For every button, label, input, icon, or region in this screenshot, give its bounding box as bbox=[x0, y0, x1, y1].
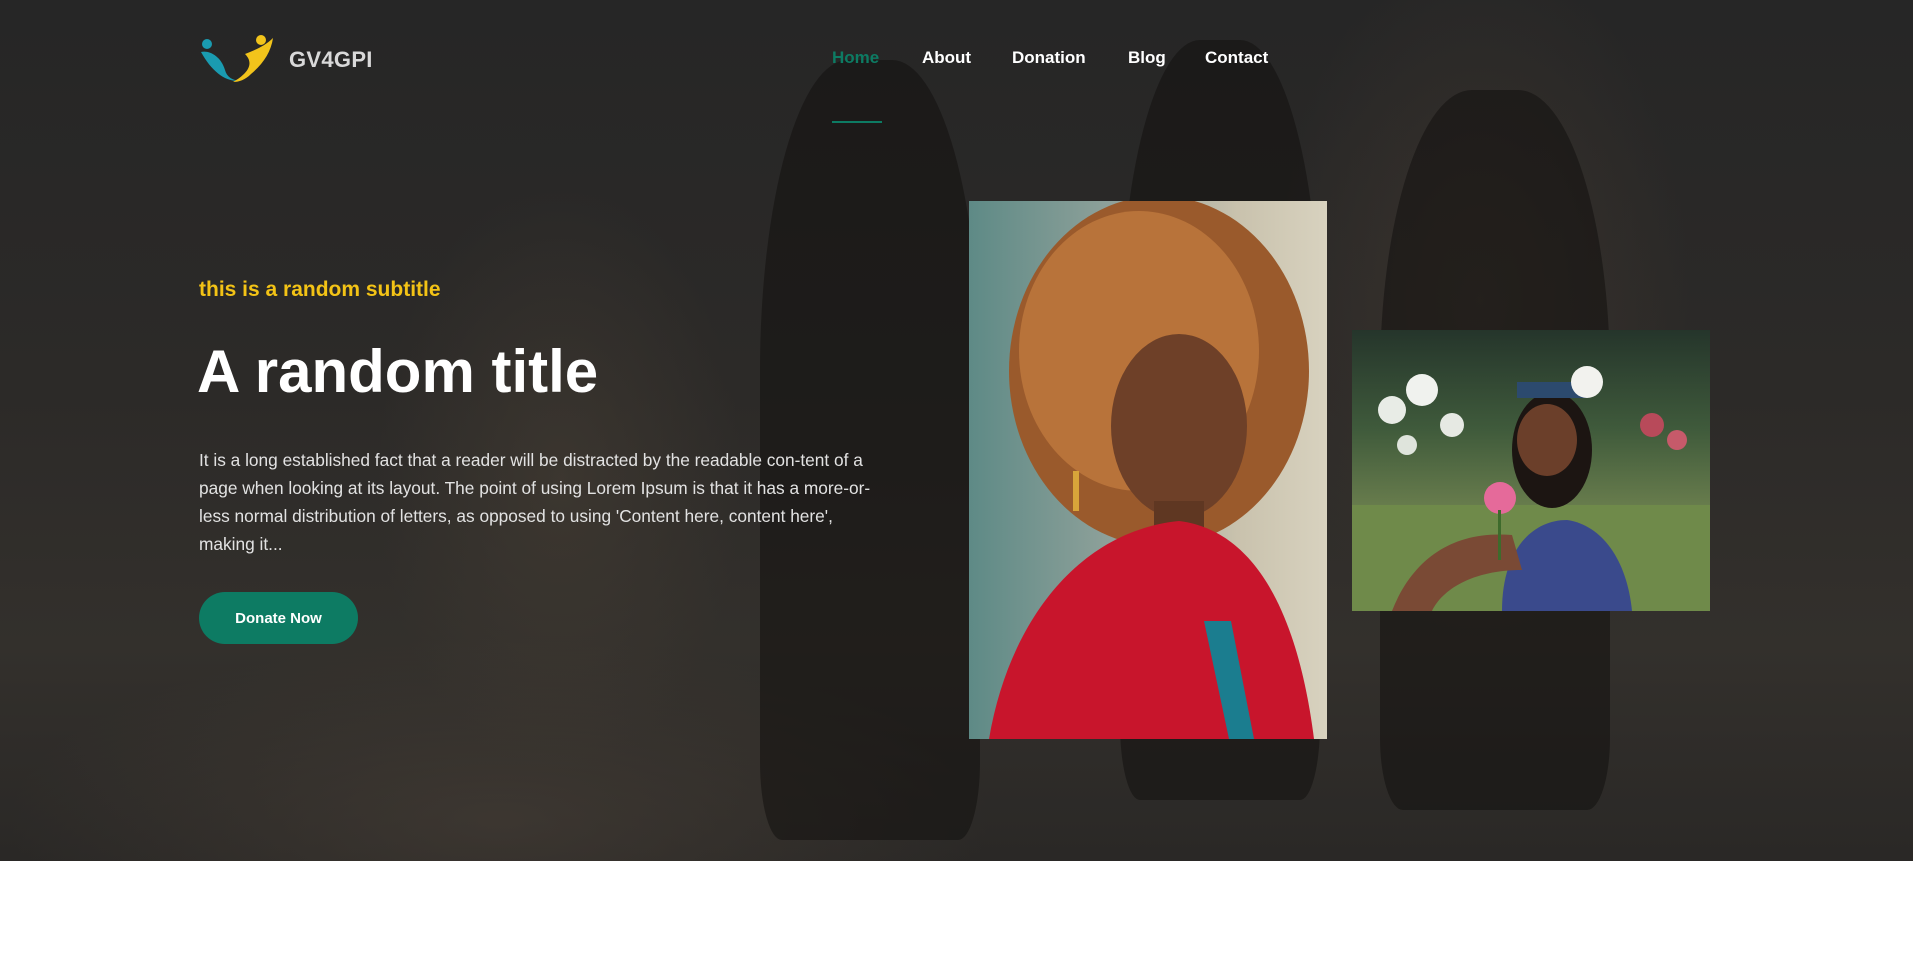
hero-subtitle: this is a random subtitle bbox=[199, 278, 441, 301]
donate-now-button[interactable]: Donate Now bbox=[199, 592, 358, 644]
next-section bbox=[0, 861, 1913, 962]
nav-item-donation[interactable]: Donation bbox=[1012, 48, 1086, 68]
hero-title: A random title bbox=[197, 338, 599, 405]
seated-woman-illustration bbox=[1352, 366, 1710, 611]
portrait-illustration bbox=[989, 201, 1314, 739]
hero-section: GV4GPI Home About Donation Blog Contact … bbox=[0, 0, 1913, 861]
nav-item-about[interactable]: About bbox=[922, 48, 971, 68]
nav-active-indicator bbox=[832, 121, 882, 123]
woman-sitting-with-flower-image bbox=[1352, 330, 1710, 611]
nav-item-home[interactable]: Home bbox=[832, 48, 879, 68]
logo-icon bbox=[201, 35, 273, 82]
hero-description: It is a long established fact that a rea… bbox=[199, 450, 871, 554]
portrait-woman-red-jacket-image bbox=[969, 201, 1327, 739]
brand-name: GV4GPI bbox=[289, 47, 373, 72]
nav-item-contact[interactable]: Contact bbox=[1205, 48, 1268, 68]
brand-logo[interactable]: GV4GPI bbox=[199, 34, 373, 86]
nav-item-blog[interactable]: Blog bbox=[1128, 48, 1166, 68]
